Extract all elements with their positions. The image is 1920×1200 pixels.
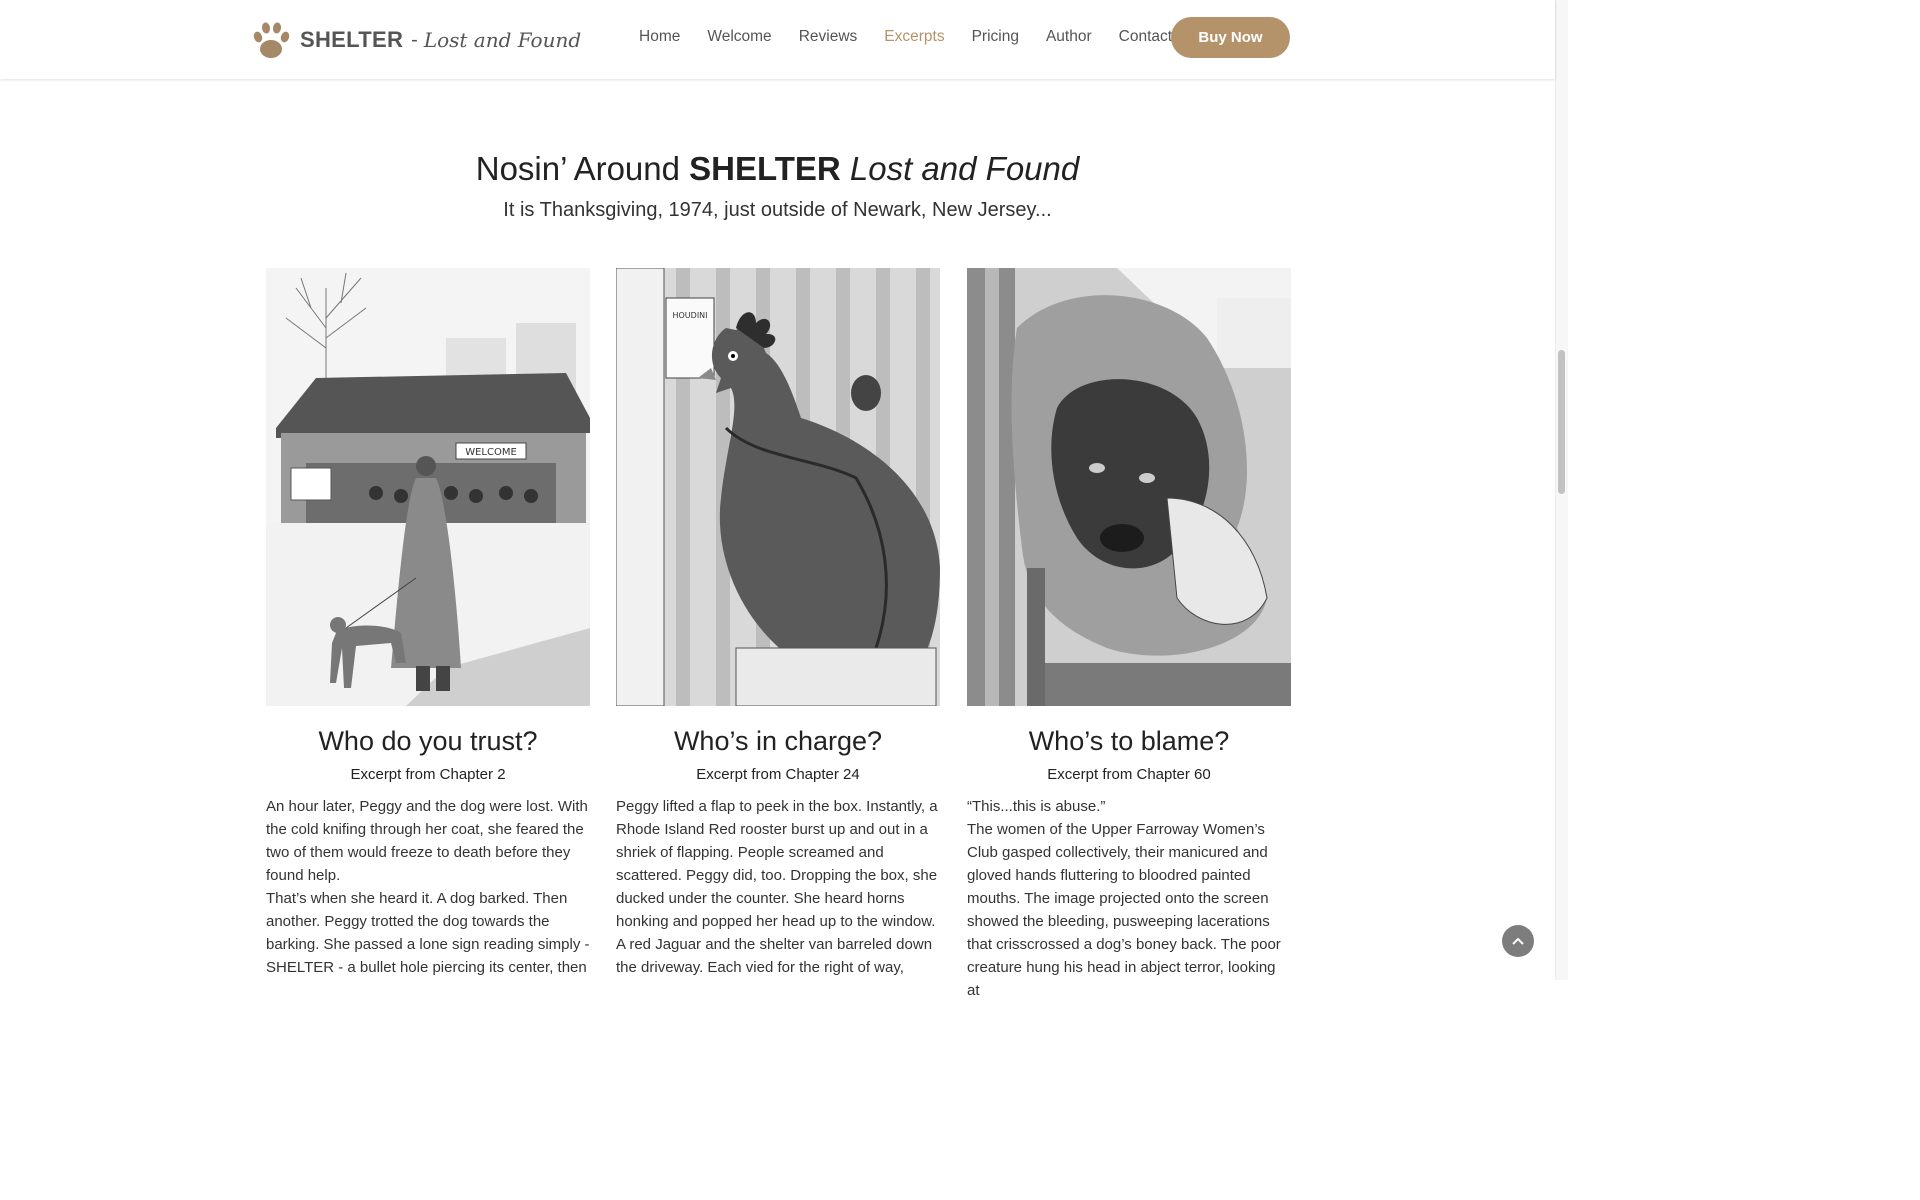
scroll-to-top-button[interactable] (1502, 925, 1534, 957)
brand-separator: - (411, 28, 418, 51)
excerpt-chapter: Excerpt from Chapter 60 (1047, 766, 1211, 783)
welcome-sign-text: WELCOME (465, 447, 517, 458)
excerpt-paragraph: An hour later, Peggy and the dog were lo… (266, 798, 588, 884)
nav-welcome[interactable]: Welcome (707, 28, 771, 46)
excerpt-chapter: Excerpt from Chapter 24 (696, 766, 860, 783)
sad-dog-illustration (967, 268, 1291, 706)
excerpt-body: Peggy lifted a flap to peek in the box. … (616, 795, 940, 979)
title-italic: Lost and Found (849, 150, 1080, 187)
excerpt-heading: Who do you trust? (318, 726, 538, 756)
nav-reviews[interactable]: Reviews (799, 28, 858, 46)
buy-now-button[interactable]: Buy Now (1171, 17, 1290, 58)
excerpt-paragraph: Peggy lifted a flap to peek in the box. … (616, 798, 938, 976)
nav-home[interactable]: Home (639, 28, 680, 46)
excerpt-heading: Who’s in charge? (673, 726, 883, 756)
paw-icon (253, 22, 290, 58)
excerpt-paragraph: The women of the Upper Farroway Women’s … (967, 821, 1281, 999)
excerpt-card-1: WELCOME Who do you trust? Excerpt from C… (266, 268, 590, 979)
houdini-sign-text: HOUDINI (672, 311, 707, 320)
excerpt-paragraph: That’s when she heard it. A dog barked. … (266, 890, 590, 976)
nav-pricing[interactable]: Pricing (972, 28, 1019, 46)
excerpt-card-2: HOUDINI Who’s in charge? Excerpt from Ch… (616, 268, 940, 979)
nav-excerpts[interactable]: Excerpts (884, 28, 944, 46)
rooster-illustration: HOUDINI (616, 268, 940, 706)
excerpt-heading: Who’s to blame? (1028, 726, 1230, 756)
brand-logo[interactable]: SHELTER - Lost and Found (252, 20, 581, 60)
site-header: SHELTER - Lost and Found Home Welcome Re… (0, 0, 1555, 79)
section-title: Nosin’ Around SHELTER Lost and Found (0, 150, 1555, 188)
chevron-up-icon (1512, 937, 1524, 945)
title-brand: SHELTER (689, 150, 841, 187)
excerpt-paragraph: “This...this is abuse.” (967, 798, 1106, 815)
main-nav: Home Welcome Reviews Excerpts Pricing Au… (639, 28, 1199, 46)
brand-tagline: Lost and Found (423, 28, 582, 52)
section-subtitle: It is Thanksgiving, 1974, just outside o… (503, 199, 1052, 221)
woman-with-dog-illustration: WELCOME (266, 268, 590, 706)
title-prefix: Nosin’ Around (475, 150, 690, 187)
nav-author[interactable]: Author (1046, 28, 1092, 46)
brand-name: SHELTER (300, 27, 404, 52)
excerpt-body: “This...this is abuse.” The women of the… (967, 795, 1291, 1002)
scrollbar-thumb[interactable] (1558, 350, 1565, 494)
nav-contact[interactable]: Contact (1119, 28, 1172, 46)
excerpt-body: An hour later, Peggy and the dog were lo… (266, 795, 590, 979)
excerpt-chapter: Excerpt from Chapter 2 (350, 766, 506, 783)
excerpt-card-3: Who’s to blame? Excerpt from Chapter 60 … (967, 268, 1291, 1002)
